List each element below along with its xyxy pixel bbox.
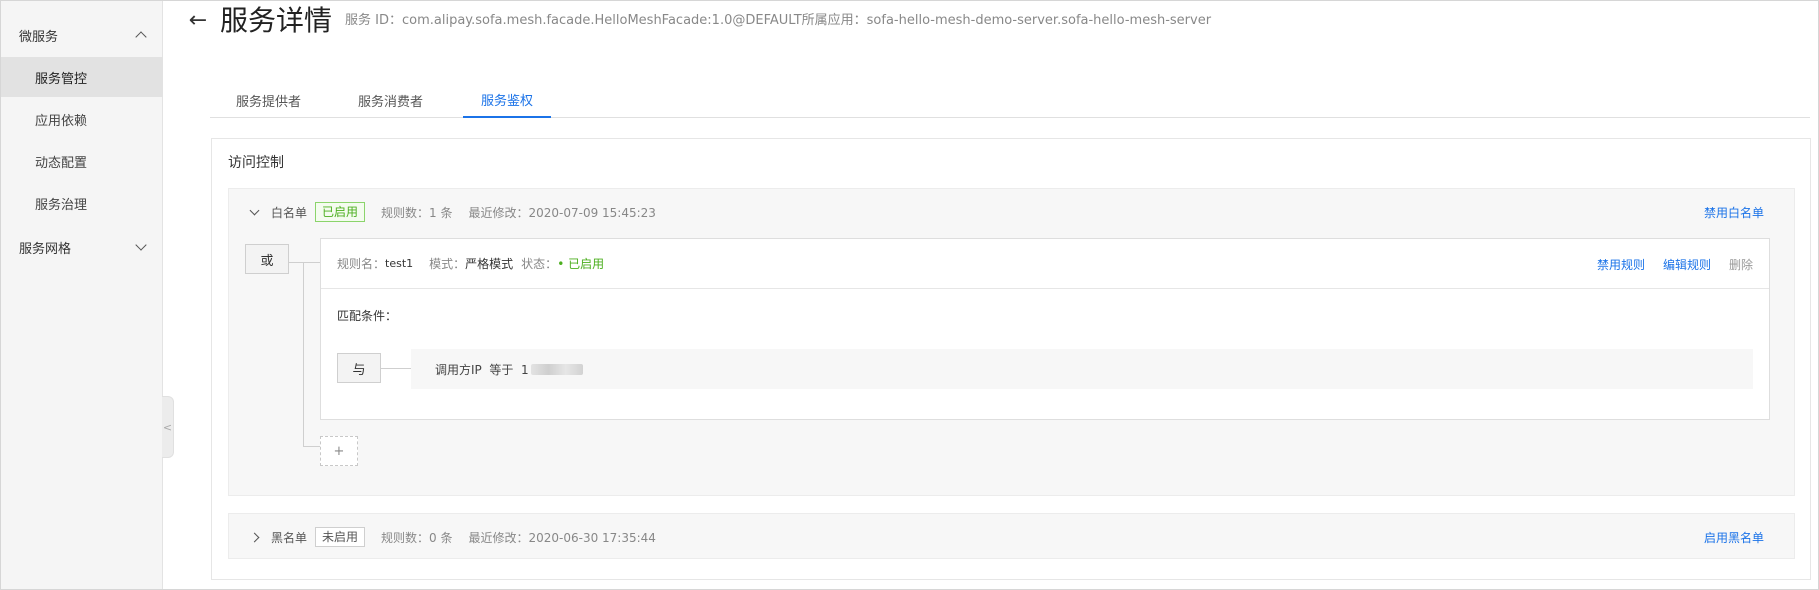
condition-row: 调用方IP 等于 1	[411, 349, 1753, 389]
tab-bar: 服务提供者 服务消费者 服务鉴权	[210, 82, 1810, 118]
enable-blacklist-link[interactable]: 启用黑名单	[1704, 529, 1764, 546]
sidebar-item-service-control[interactable]: 服务管控	[1, 57, 163, 97]
sidebar-group-label: 服务网格	[19, 241, 72, 257]
list-name: 黑名单	[271, 530, 308, 545]
sidebar-item-label: 应用依赖	[35, 113, 88, 129]
rule-count: 规则数：0 条	[381, 530, 453, 545]
connector-line	[289, 262, 303, 263]
sidebar-item-label: 动态配置	[35, 155, 88, 171]
blacklist-header: 黑名单 未启用 规则数：0 条 最近修改：2020-06-30 17:35:44…	[229, 514, 1794, 560]
sidebar-collapse-handle[interactable]: <	[162, 396, 174, 458]
last-modified: 最近修改：2020-06-30 17:35:44	[468, 530, 656, 545]
tab-providers[interactable]: 服务提供者	[218, 82, 319, 118]
and-operator-button[interactable]: 与	[337, 353, 381, 383]
expand-toggle[interactable]	[243, 205, 265, 215]
sidebar: 微服务 服务管控 应用依赖 动态配置 服务治理 服务网格	[1, 1, 163, 589]
rule-count: 规则数：1 条	[381, 205, 453, 220]
chevron-left-icon: <	[162, 420, 173, 434]
back-arrow-icon[interactable]: ←	[186, 6, 210, 34]
whitelist-header: 白名单 已启用 规则数：1 条 最近修改：2020-07-09 15:45:23…	[229, 189, 1794, 235]
blacklist-block: 黑名单 未启用 规则数：0 条 最近修改：2020-06-30 17:35:44…	[228, 513, 1795, 559]
chevron-right-icon	[249, 532, 259, 542]
sidebar-group-label: 微服务	[19, 29, 59, 45]
sidebar-group-service-mesh[interactable]: 服务网格	[1, 227, 163, 267]
add-rule-button[interactable]: +	[320, 436, 358, 466]
rule-card: 规则名： test1 模式： 严格模式 状态： • 已启用 禁用规则 编辑规则 …	[320, 238, 1770, 420]
rule-status: • 已启用	[557, 257, 605, 271]
connector-line	[303, 262, 320, 263]
section-title: 访问控制	[228, 155, 284, 171]
status-badge: 未启用	[315, 527, 366, 547]
rule-actions: 禁用规则 编辑规则 删除	[1597, 239, 1753, 289]
chevron-down-icon	[249, 205, 259, 215]
page-title: 服务详情	[220, 4, 333, 37]
service-info: 服务 ID：com.alipay.sofa.mesh.facade.HelloM…	[345, 13, 1212, 28]
connector-line	[381, 368, 411, 369]
tab-service-auth[interactable]: 服务鉴权	[463, 82, 552, 118]
rule-mode: 严格模式	[465, 257, 514, 271]
last-modified: 最近修改：2020-07-09 15:45:23	[468, 205, 656, 220]
delete-rule-link[interactable]: 删除	[1729, 256, 1753, 273]
rule-mode-label: 模式：	[429, 257, 466, 271]
connector-line	[303, 446, 320, 447]
chevron-up-icon	[135, 31, 147, 43]
sidebar-item-service-governance[interactable]: 服务治理	[1, 183, 163, 223]
rule-name-label: 规则名：	[337, 257, 386, 271]
sidebar-item-dynamic-config[interactable]: 动态配置	[1, 141, 163, 181]
disable-whitelist-link[interactable]: 禁用白名单	[1704, 204, 1764, 221]
match-conditions-label: 匹配条件：	[337, 309, 398, 323]
redacted-ip	[530, 363, 583, 375]
rule-name: test1	[385, 257, 414, 270]
edit-rule-link[interactable]: 编辑规则	[1663, 256, 1711, 273]
list-name: 白名单	[271, 205, 308, 220]
rule-header: 规则名： test1 模式： 严格模式 状态： • 已启用 禁用规则 编辑规则 …	[321, 239, 1769, 289]
tab-consumers[interactable]: 服务消费者	[340, 82, 441, 118]
condition-text: 调用方IP 等于 1	[435, 362, 529, 377]
status-badge: 已启用	[315, 202, 366, 222]
connector-line	[303, 262, 304, 446]
rule-status-label: 状态：	[521, 257, 558, 271]
sidebar-group-microservice[interactable]: 微服务	[1, 15, 163, 55]
sidebar-item-app-dependency[interactable]: 应用依赖	[1, 99, 163, 139]
expand-toggle[interactable]	[243, 532, 265, 542]
sidebar-item-label: 服务管控	[35, 71, 88, 87]
chevron-down-icon	[135, 239, 147, 251]
disable-rule-link[interactable]: 禁用规则	[1597, 256, 1645, 273]
sidebar-item-label: 服务治理	[35, 197, 88, 213]
or-operator-button[interactable]: 或	[245, 244, 289, 274]
